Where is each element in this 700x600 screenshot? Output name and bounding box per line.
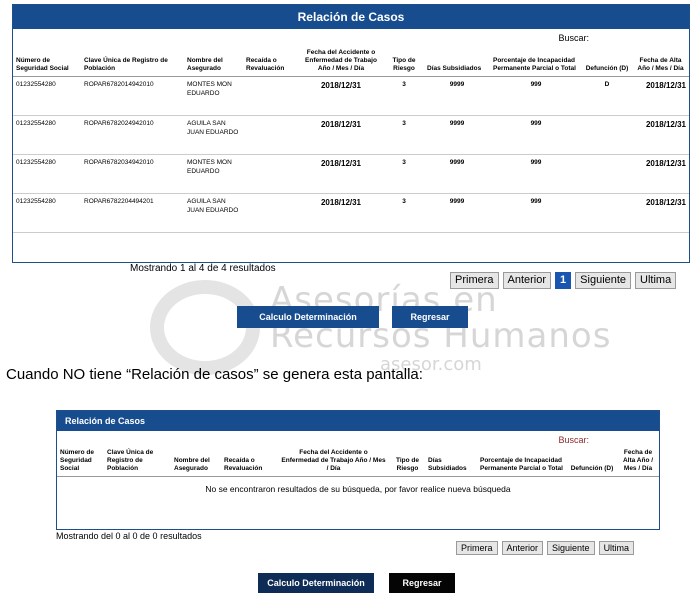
cell-fecha-accidente: 2018/12/31 <box>298 193 384 234</box>
cell-curp: ROPAR6782034942010 <box>81 154 184 195</box>
cell-nombre: MONTES MON EDUARDO <box>184 76 243 117</box>
cell-defuncion: D <box>582 76 632 117</box>
regresar-button[interactable]: Regresar <box>389 573 455 593</box>
pager-first-button[interactable]: Primera <box>456 541 498 555</box>
cell-curp: ROPAR6782024942010 <box>81 115 184 156</box>
column-header[interactable]: Días Subsidiados <box>425 447 477 478</box>
cell-recaida <box>243 115 298 156</box>
calculo-determinacion-button[interactable]: Calculo Determinación <box>237 306 379 328</box>
pager-last-button[interactable]: Ultima <box>635 272 677 289</box>
pager-next-button[interactable]: Siguiente <box>547 541 595 555</box>
column-header[interactable]: Porcentaje de Incapacidad Permanente Par… <box>477 447 567 478</box>
pager-prev-button[interactable]: Anterior <box>502 272 552 289</box>
casos-table: Número de Seguridad Social Clave Única de… <box>13 47 689 234</box>
cell-nss: 01232554280 <box>13 115 81 156</box>
cell-nombre: AGUILA SAN JUAN EDUARDO <box>184 115 243 156</box>
column-header[interactable]: Clave Única de Registro de Población <box>104 447 171 478</box>
cell-nombre: AGUILA SAN JUAN EDUARDO <box>184 193 243 234</box>
cell-tipo-riesgo: 3 <box>384 193 424 234</box>
cell-tipo-riesgo: 3 <box>384 76 424 117</box>
column-header[interactable]: Defunción (D) <box>582 47 632 78</box>
cell-defuncion <box>582 115 632 156</box>
column-header[interactable]: Fecha de Alta Año / Mes / Día <box>617 447 659 478</box>
column-header[interactable]: Recaída o Revaluación <box>221 447 277 478</box>
column-header[interactable]: Número de Seguridad Social <box>13 47 81 78</box>
pager-next-button[interactable]: Siguiente <box>575 272 632 289</box>
column-header[interactable]: Porcentaje de Incapacidad Permanente Par… <box>490 47 582 78</box>
cell-recaida <box>243 76 298 117</box>
calculo-determinacion-button[interactable]: Calculo Determinación <box>258 573 374 593</box>
cell-fecha-alta: 2018/12/31 <box>632 193 689 234</box>
column-header[interactable]: Nombre del Asegurado <box>184 47 243 78</box>
table-row: 01232554280 ROPAR6782204494201 AGUILA SAN … <box>13 193 689 234</box>
column-header[interactable]: Número de Seguridad Social <box>57 447 104 478</box>
cell-fecha-accidente: 2018/12/31 <box>298 154 384 195</box>
column-header[interactable]: Fecha de Alta Año / Mes / Día <box>632 47 689 78</box>
column-header[interactable]: Fecha del Accidente o Enfermedad de Trab… <box>277 447 390 478</box>
caption-text: Cuando NO tiene “Relación de casos” se g… <box>6 366 423 383</box>
column-header[interactable]: Defunción (D) <box>567 447 617 478</box>
cell-dias-subsidiados: 9999 <box>424 76 490 117</box>
cell-fecha-alta: 2018/12/31 <box>632 154 689 195</box>
cell-defuncion <box>582 154 632 195</box>
table-body: 01232554280 ROPAR6782014942010 MONTES MON … <box>13 76 689 234</box>
cell-recaida <box>243 154 298 195</box>
cell-curp: ROPAR6782014942010 <box>81 76 184 117</box>
casos-table-empty: Número de Seguridad Social Clave Única de… <box>57 447 659 503</box>
cell-dias-subsidiados: 9999 <box>424 154 490 195</box>
pagination: Primera Anterior 1 Siguiente Ultima <box>450 272 677 289</box>
search-label[interactable]: Buscar: <box>13 29 689 47</box>
panel-title: Relación de Casos <box>13 5 689 29</box>
table-header-row: Número de Seguridad Social Clave Única de… <box>57 447 659 478</box>
cell-nss: 01232554280 <box>13 193 81 234</box>
panel-title: Relación de Casos <box>57 411 659 431</box>
pagination: Primera Anterior Siguiente Ultima <box>456 541 635 555</box>
table-row: 01232554280 ROPAR6782014942010 MONTES MON … <box>13 76 689 117</box>
column-header[interactable]: Días Subsidiados <box>424 47 490 78</box>
results-info: Mostrando 1 al 4 de 4 resultados <box>130 263 276 274</box>
column-header[interactable]: Tipo de Riesgo <box>390 447 425 478</box>
cell-nss: 01232554280 <box>13 154 81 195</box>
table-row: 01232554280 ROPAR6782034942010 MONTES MON … <box>13 154 689 195</box>
pager-last-button[interactable]: Ultima <box>598 541 635 555</box>
pager-current-page[interactable]: 1 <box>555 272 572 289</box>
cell-porcentaje: 999 <box>490 154 582 195</box>
cell-defuncion <box>582 193 632 234</box>
column-header[interactable]: Clave Única de Registro de Población <box>81 47 184 78</box>
casos-panel: Relación de Casos Buscar: Número de Segu… <box>12 4 690 263</box>
table-header-row: Número de Seguridad Social Clave Única de… <box>13 47 689 78</box>
cell-dias-subsidiados: 9999 <box>424 193 490 234</box>
cell-porcentaje: 999 <box>490 76 582 117</box>
cell-fecha-alta: 2018/12/31 <box>632 115 689 156</box>
cell-dias-subsidiados: 9999 <box>424 115 490 156</box>
column-header[interactable]: Nombre del Asegurado <box>171 447 221 478</box>
pager-first-button[interactable]: Primera <box>450 272 499 289</box>
pager-prev-button[interactable]: Anterior <box>501 541 544 555</box>
column-header[interactable]: Recaída o Revaluación <box>243 47 298 78</box>
cell-nombre: MONTES MON EDUARDO <box>184 154 243 195</box>
column-header[interactable]: Tipo de Riesgo <box>384 47 424 78</box>
table-row: 01232554280 ROPAR6782024942010 AGUILA SAN … <box>13 115 689 156</box>
regresar-button[interactable]: Regresar <box>392 306 468 328</box>
table-row: No se encontraron resultados de su búsqu… <box>57 477 659 503</box>
no-results-message: No se encontraron resultados de su búsqu… <box>205 484 511 495</box>
cell-curp: ROPAR6782204494201 <box>81 193 184 234</box>
cell-fecha-accidente: 2018/12/31 <box>298 115 384 156</box>
cell-porcentaje: 999 <box>490 115 582 156</box>
cell-porcentaje: 999 <box>490 193 582 234</box>
cell-tipo-riesgo: 3 <box>384 154 424 195</box>
cell-fecha-accidente: 2018/12/31 <box>298 76 384 117</box>
column-header[interactable]: Fecha del Accidente o Enfermedad de Trab… <box>298 47 384 78</box>
cell-fecha-alta: 2018/12/31 <box>632 76 689 117</box>
cell-recaida <box>243 193 298 234</box>
cell-tipo-riesgo: 3 <box>384 115 424 156</box>
casos-panel-empty: Relación de Casos Buscar: Número de Segu… <box>56 410 660 530</box>
search-label[interactable]: Buscar: <box>57 431 659 447</box>
cell-nss: 01232554280 <box>13 76 81 117</box>
results-info: Mostrando del 0 al 0 de 0 resultados <box>56 531 202 541</box>
